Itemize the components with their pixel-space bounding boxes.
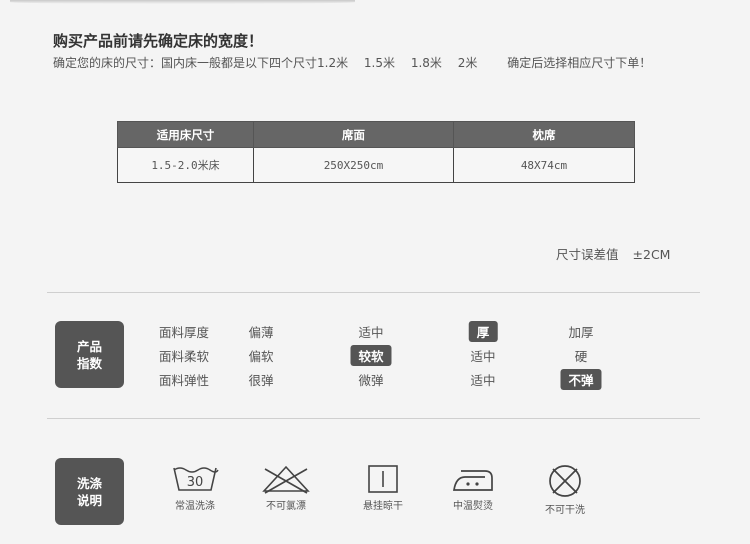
size-tolerance: 尺寸误差值 ±2CM [556,244,670,263]
wash-instructions-badge: 洗涤 说明 [55,458,124,525]
wash-item: 中温熨烫 [438,464,508,512]
divider [47,418,700,419]
page-heading: 购买产品前请先确定床的宽度！ [53,32,264,50]
size-table: 适用床尺寸 席面 枕席 1.5-2.0米床 250X250cm 48X74cm [117,121,635,183]
index-option: 偏薄 [248,325,274,340]
index-option: 很弹 [248,373,274,388]
badge-line-1: 洗涤 [76,475,102,491]
wash-item: 悬挂晾干 [348,464,418,512]
index-option: 偏软 [248,349,274,364]
cell-bed-size: 1.5-2.0米床 [117,147,254,183]
index-option: 加厚 [568,325,594,340]
size-option-2: 2米 [457,56,478,70]
col-header-pillow: 枕席 [453,121,635,148]
iron-medium-icon [453,470,493,491]
badge-line-2: 说明 [76,492,102,508]
no-bleach-icon [262,465,310,494]
index-option: 适中 [358,325,384,340]
wash-caption: 常温洗涤 [175,501,215,512]
index-row-label: 面料弹性 [159,373,210,388]
size-instruction: 确定您的床的尺寸：国内床一般都是以下四个尺寸1.2米 1.5米 1.8米 2米 … [53,54,651,71]
cell-mat: 250X250cm [253,147,454,183]
index-row-label: 面料厚度 [159,325,210,340]
cell-pillow: 48X74cm [453,147,635,183]
badge-line-2: 指数 [76,355,102,371]
tolerance-label: 尺寸误差值 [556,247,619,262]
wash-temp-label: 30 [187,475,204,490]
size-option-1-8: 1.8米 [410,56,442,70]
size-option-1-5: 1.5米 [363,56,396,70]
wash-item: 不可氯漂 [251,464,321,512]
no-dry-clean-icon [549,465,581,497]
table-row: 1.5-2.0米床 250X250cm 48X74cm [117,147,635,183]
index-option-selected: 厚 [468,321,498,342]
wash-caption: 不可氯漂 [266,501,306,512]
size-table-header: 适用床尺寸 席面 枕席 [117,121,635,148]
wash-caption: 悬挂晾干 [363,501,403,512]
hang-dry-icon [368,465,398,493]
divider [47,292,700,293]
size-outro: 确定后选择相应尺寸下单！ [507,56,652,70]
badge-line-1: 产品 [76,338,102,354]
product-index-badge: 产品 指数 [55,321,124,388]
index-row-label: 面料柔软 [159,349,210,364]
index-option: 适中 [470,349,496,364]
wash-item: 30 常温洗涤 [160,464,230,512]
index-option: 微弹 [358,373,384,388]
col-header-bed-size: 适用床尺寸 [117,121,254,148]
wash-caption: 不可干洗 [545,505,585,516]
tolerance-value: ±2CM [632,247,671,262]
index-option-selected: 不弹 [560,369,602,390]
size-intro: 确定您的床的尺寸：国内床一般都是以下四个尺寸1.2米 [53,56,349,70]
index-option: 适中 [470,373,496,388]
index-option: 硬 [574,349,588,364]
top-shadow [10,0,355,4]
wash-item: 不可干洗 [530,464,600,516]
index-option-selected: 较软 [350,345,392,366]
wash-30-icon: 30 [173,467,219,491]
col-header-mat: 席面 [253,121,454,148]
wash-caption: 中温熨烫 [453,501,493,512]
